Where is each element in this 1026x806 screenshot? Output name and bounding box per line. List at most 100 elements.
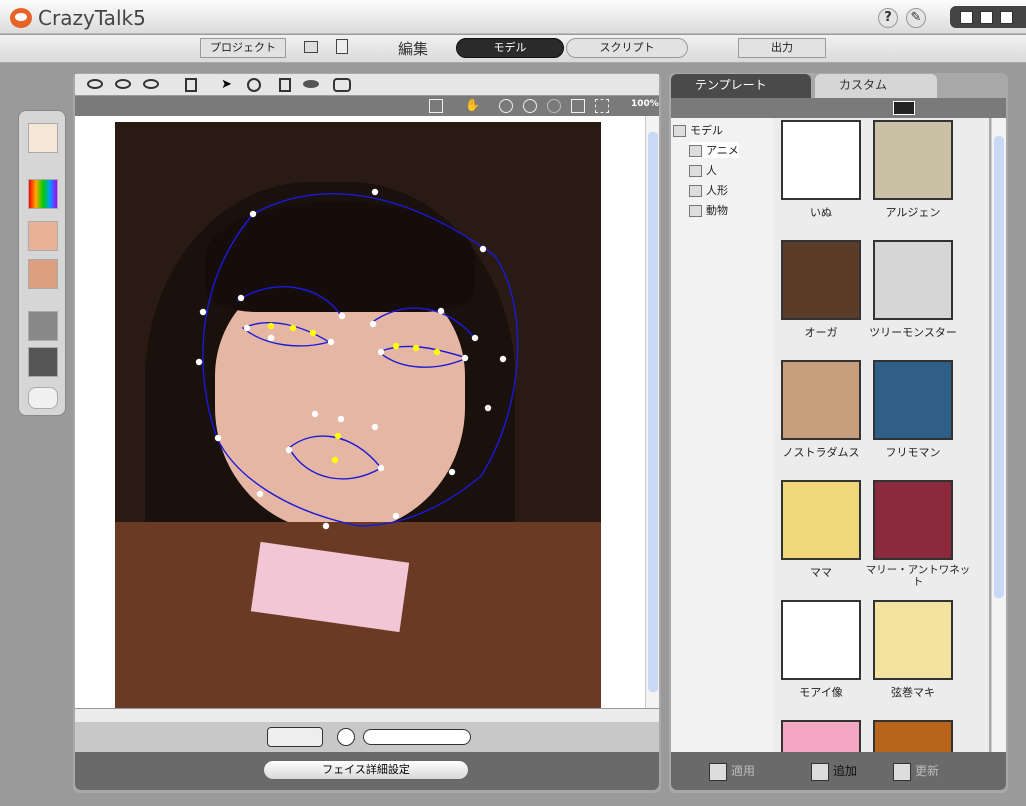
mouth-icon[interactable] bbox=[303, 80, 319, 88]
pointer-icon[interactable]: ➤ bbox=[221, 77, 232, 92]
tab-model[interactable]: モデル bbox=[456, 38, 564, 58]
tab-script[interactable]: スクリプト bbox=[566, 38, 688, 58]
canvas-area[interactable] bbox=[75, 116, 645, 708]
eye-icon[interactable] bbox=[87, 79, 103, 89]
mask-edit-icon[interactable] bbox=[28, 311, 58, 341]
folder-icon bbox=[673, 125, 686, 137]
category-tree: モデル アニメ 人 人形 動物 bbox=[671, 118, 773, 752]
close-button[interactable] bbox=[1000, 11, 1013, 24]
folder-icon bbox=[689, 165, 702, 177]
timeline-slider[interactable] bbox=[75, 708, 659, 722]
frame-icon[interactable] bbox=[185, 78, 197, 92]
tree-root-label: モデル bbox=[690, 124, 723, 137]
folder-icon bbox=[689, 205, 702, 217]
folder-icon bbox=[689, 185, 702, 197]
add-icon bbox=[811, 762, 829, 781]
gallery-thumb[interactable] bbox=[781, 600, 861, 680]
left-tool-panel bbox=[18, 110, 66, 416]
add-button[interactable]: 追加 bbox=[811, 762, 857, 781]
hand-icon[interactable]: ✋ bbox=[465, 98, 480, 112]
tree-root[interactable]: モデル bbox=[673, 122, 723, 138]
gallery-thumb[interactable] bbox=[873, 360, 953, 440]
gallery-thumb[interactable] bbox=[781, 720, 861, 752]
edit-label: 編集 bbox=[398, 40, 429, 58]
tree-item[interactable]: 人形 bbox=[689, 182, 728, 198]
tree-item[interactable]: アニメ bbox=[689, 142, 739, 158]
fullscreen-icon[interactable] bbox=[571, 99, 585, 113]
scroll-thumb[interactable] bbox=[648, 132, 658, 692]
gallery-label: ツリーモンスター bbox=[869, 326, 957, 339]
eye-lines-icon[interactable] bbox=[115, 79, 131, 89]
volume-slider[interactable] bbox=[363, 729, 471, 745]
record-icon[interactable] bbox=[337, 728, 355, 746]
eye-mesh-icon[interactable] bbox=[143, 79, 159, 89]
zoom-in-icon[interactable] bbox=[523, 99, 537, 113]
tree-item-label: 人形 bbox=[706, 184, 728, 197]
rotate-icon[interactable] bbox=[247, 78, 261, 92]
preview-dropdown-icon[interactable] bbox=[333, 78, 351, 92]
settings-icon[interactable]: ✎ bbox=[906, 8, 926, 28]
tab-template[interactable]: テンプレート bbox=[671, 74, 811, 98]
gallery-thumb[interactable] bbox=[781, 480, 861, 560]
update-button[interactable]: 更新 bbox=[893, 762, 939, 781]
gallery-label: モアイ像 bbox=[799, 686, 843, 699]
actual-size-icon[interactable] bbox=[595, 99, 609, 113]
gallery-thumb[interactable] bbox=[781, 240, 861, 320]
app-title: CrazyTalk5 bbox=[38, 6, 146, 30]
gallery-scrollbar[interactable] bbox=[991, 118, 1006, 752]
play-button[interactable] bbox=[267, 727, 323, 747]
undo-redo-icon[interactable] bbox=[28, 387, 58, 409]
zoom-toolbar: ✋ 100% bbox=[75, 96, 659, 116]
background-icon[interactable] bbox=[28, 347, 58, 377]
tab-custom-label: カスタム bbox=[839, 78, 888, 92]
maximize-button[interactable] bbox=[980, 11, 993, 24]
help-icon[interactable]: ? bbox=[878, 8, 898, 28]
gallery-thumb[interactable] bbox=[873, 480, 953, 560]
face-fitting-icon[interactable] bbox=[28, 221, 58, 251]
folder-icon bbox=[689, 145, 702, 157]
gallery-thumb[interactable] bbox=[873, 720, 953, 752]
canvas-vertical-scrollbar[interactable] bbox=[645, 116, 659, 708]
face-icon[interactable] bbox=[28, 123, 58, 153]
bottom-right-bar: 適用 追加 更新 bbox=[671, 752, 1006, 790]
gallery-thumb[interactable] bbox=[873, 600, 953, 680]
menu-bar: プロジェクト 編集 モデル スクリプト 出力 bbox=[0, 35, 1026, 63]
minimize-button[interactable] bbox=[960, 11, 973, 24]
landmark-overlay[interactable] bbox=[75, 116, 645, 708]
zoom-out-icon[interactable] bbox=[499, 99, 513, 113]
face-detail-button[interactable]: フェイス詳細設定 bbox=[263, 760, 469, 780]
gallery-thumb[interactable] bbox=[873, 120, 953, 200]
tree-item-label: アニメ bbox=[706, 144, 739, 157]
gallery-thumb[interactable] bbox=[781, 120, 861, 200]
gallery-label: ママ bbox=[810, 566, 832, 579]
gallery-thumb[interactable] bbox=[781, 360, 861, 440]
bottom-left-bar: フェイス詳細設定 bbox=[75, 752, 659, 790]
playback-controls bbox=[75, 722, 659, 752]
color-palette-icon[interactable] bbox=[28, 179, 58, 209]
output-button[interactable]: 出力 bbox=[738, 38, 826, 58]
head-orientation-icon[interactable] bbox=[28, 259, 58, 289]
project-button[interactable]: プロジェクト bbox=[200, 38, 286, 58]
tree-item[interactable]: 動物 bbox=[689, 202, 728, 218]
open-folder-icon[interactable] bbox=[304, 41, 318, 53]
gallery-label: アルジェン bbox=[885, 206, 941, 219]
apply-icon bbox=[709, 762, 727, 781]
view-toolbar: ➤ bbox=[75, 74, 659, 96]
tab-template-label: テンプレート bbox=[695, 78, 767, 92]
scroll-thumb[interactable] bbox=[994, 136, 1004, 598]
reset-icon[interactable] bbox=[547, 99, 561, 113]
tree-item[interactable]: 人 bbox=[689, 162, 717, 178]
save-icon[interactable] bbox=[336, 39, 348, 54]
tree-item-label: 人 bbox=[706, 164, 717, 177]
gallery-thumb[interactable] bbox=[873, 240, 953, 320]
crop-icon[interactable] bbox=[279, 78, 291, 92]
add-label: 追加 bbox=[833, 764, 858, 778]
library-toolbar bbox=[671, 98, 1006, 118]
apply-button[interactable]: 適用 bbox=[709, 762, 755, 781]
tree-item-label: 動物 bbox=[706, 204, 728, 217]
zoom-level: 100% bbox=[631, 99, 659, 109]
window-controls bbox=[950, 6, 1026, 28]
tab-custom[interactable]: カスタム bbox=[815, 74, 937, 98]
fit-icon[interactable] bbox=[429, 99, 443, 113]
view-mode-icon[interactable] bbox=[893, 101, 915, 115]
